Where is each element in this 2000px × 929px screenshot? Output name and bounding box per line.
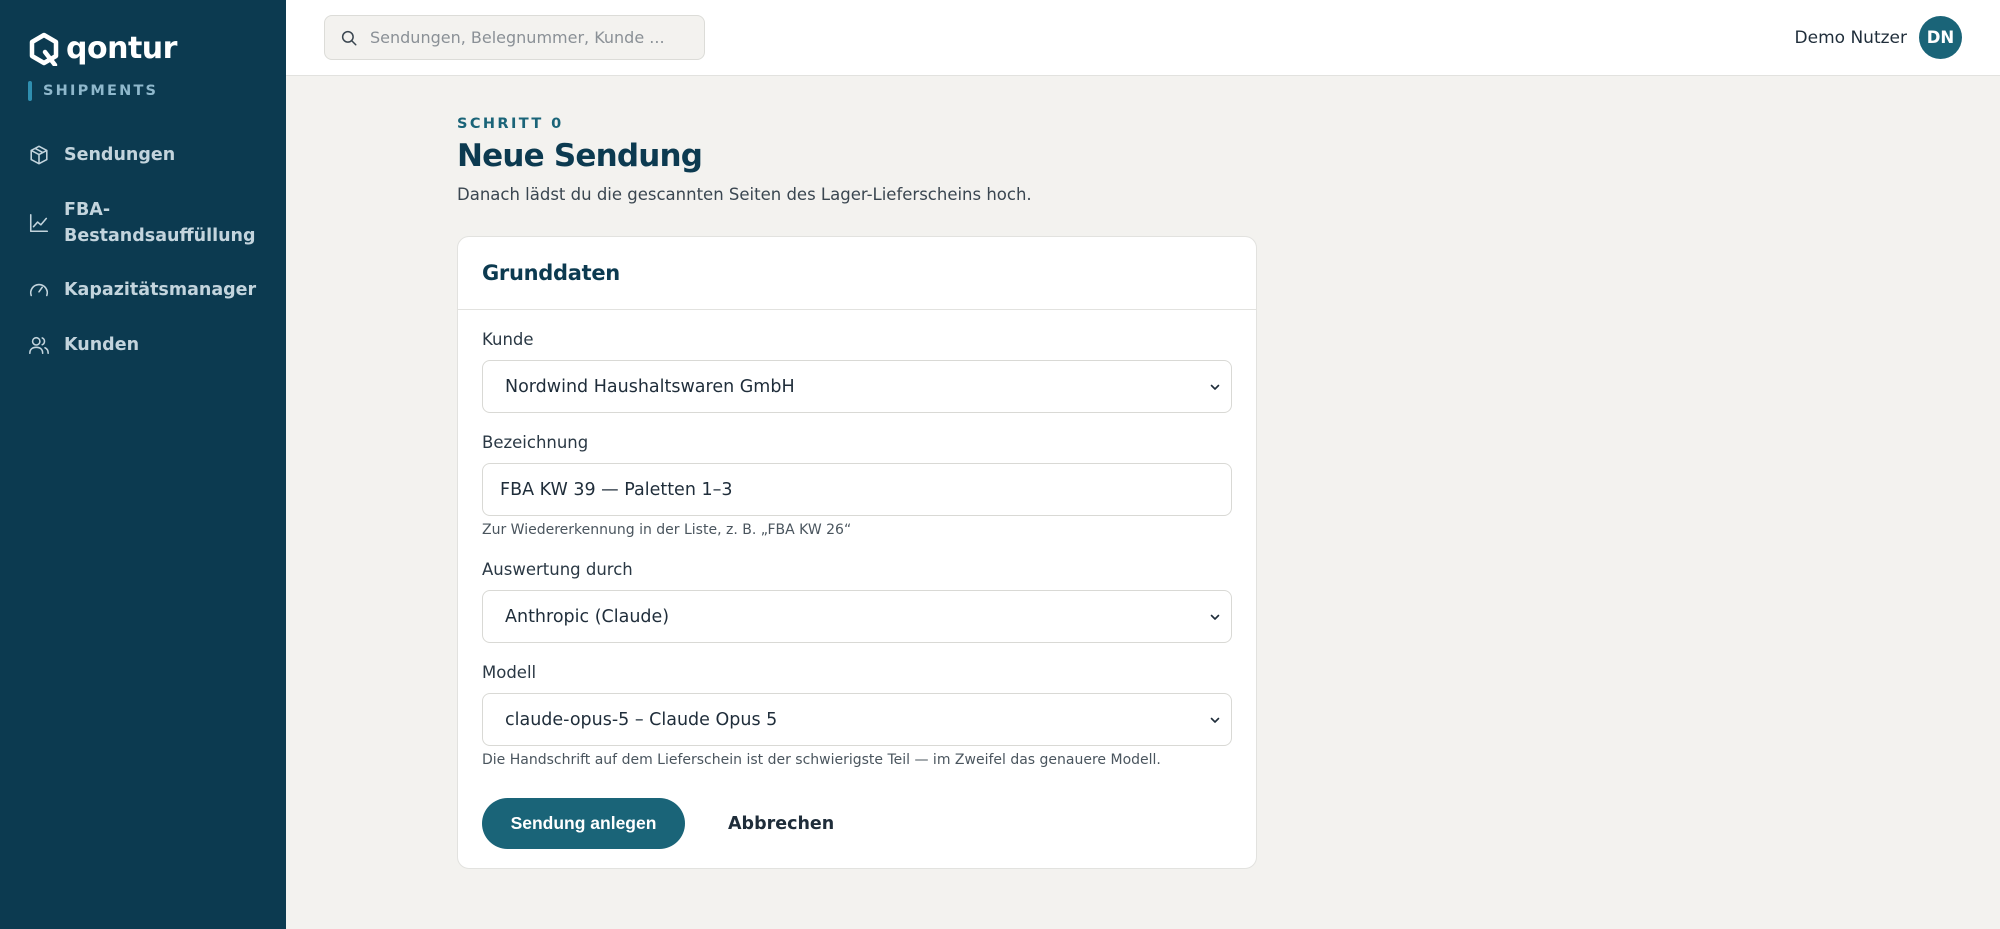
sidebar-item-label: Kunden: [64, 335, 140, 355]
bezeichnung-label: Bezeichnung: [482, 433, 589, 452]
page-description: Danach lädst du die gescannten Seiten de…: [457, 185, 1032, 204]
card-title: Grunddaten: [482, 261, 620, 285]
brand-subtitle: SHIPMENTS: [28, 81, 158, 101]
sidebar-item-label: Kapazitätsmanager: [64, 280, 257, 300]
kunde-select[interactable]: Nordwind Haushaltswaren GmbH: [482, 360, 1232, 413]
qontur-logo-icon: [29, 32, 59, 66]
sidebar-item-kunden[interactable]: Kunden: [28, 332, 239, 358]
auswertung-select-value: Anthropic (Claude): [505, 606, 670, 627]
page-title: Neue Sendung: [457, 138, 703, 174]
auswertung-label: Auswertung durch: [482, 560, 633, 579]
modell-select[interactable]: claude-opus-5 – Claude Opus 5: [482, 693, 1232, 746]
chevron-down-icon: [1210, 614, 1220, 620]
chart-line-icon: [29, 213, 49, 233]
sidebar: qontur SHIPMENTS Sendungen FBA-Bestandsa…: [0, 0, 286, 929]
step-indicator: SCHRITT 0: [457, 116, 564, 132]
user-menu[interactable]: Demo Nutzer DN: [1795, 16, 1962, 59]
modell-hint: Die Handschrift auf dem Lieferschein ist…: [482, 752, 1161, 768]
user-name: Demo Nutzer: [1794, 27, 1907, 48]
chevron-down-icon: [1210, 717, 1220, 723]
gauge-icon: [29, 283, 49, 297]
search-box[interactable]: [324, 15, 705, 60]
bezeichnung-input[interactable]: FBA KW 39 — Paletten 1–3: [482, 463, 1232, 516]
brand-logo[interactable]: qontur: [28, 32, 177, 66]
sidebar-item-label: FBA-Bestandsauffüllung: [64, 200, 256, 246]
users-icon: [29, 336, 49, 355]
sidebar-item-sendungen[interactable]: Sendungen: [28, 142, 239, 168]
modell-label: Modell: [482, 663, 537, 682]
create-shipment-button[interactable]: Sendung anlegen: [482, 798, 685, 849]
brand-subtitle-text: SHIPMENTS: [43, 83, 159, 99]
card-header: Grunddaten: [458, 237, 1256, 310]
modell-select-value: claude-opus-5 – Claude Opus 5: [505, 709, 778, 730]
sidebar-item-fba[interactable]: FBA-Bestandsauffüllung: [28, 197, 256, 249]
bezeichnung-input-value: FBA KW 39 — Paletten 1–3: [500, 479, 733, 500]
search-input[interactable]: [370, 28, 690, 47]
auswertung-select[interactable]: Anthropic (Claude): [482, 590, 1232, 643]
avatar[interactable]: DN: [1919, 16, 1962, 59]
brand-subtitle-bar: [28, 81, 32, 101]
search-icon: [341, 30, 357, 45]
kunde-select-value: Nordwind Haushaltswaren GmbH: [505, 376, 795, 397]
form-card: Grunddaten Kunde Nordwind Haushaltswaren…: [457, 236, 1257, 869]
box-icon: [30, 145, 48, 165]
kunde-label: Kunde: [482, 330, 534, 349]
sidebar-item-label: Sendungen: [64, 145, 176, 165]
bezeichnung-hint: Zur Wiedererkennung in der Liste, z. B. …: [482, 522, 852, 538]
cancel-button[interactable]: Abbrechen: [728, 798, 834, 849]
sidebar-item-kapazitaetsmanager[interactable]: Kapazitätsmanager: [28, 277, 257, 303]
brand-name: qontur: [66, 31, 177, 66]
chevron-down-icon: [1210, 384, 1220, 390]
top-bar: Demo Nutzer DN: [286, 0, 2000, 76]
